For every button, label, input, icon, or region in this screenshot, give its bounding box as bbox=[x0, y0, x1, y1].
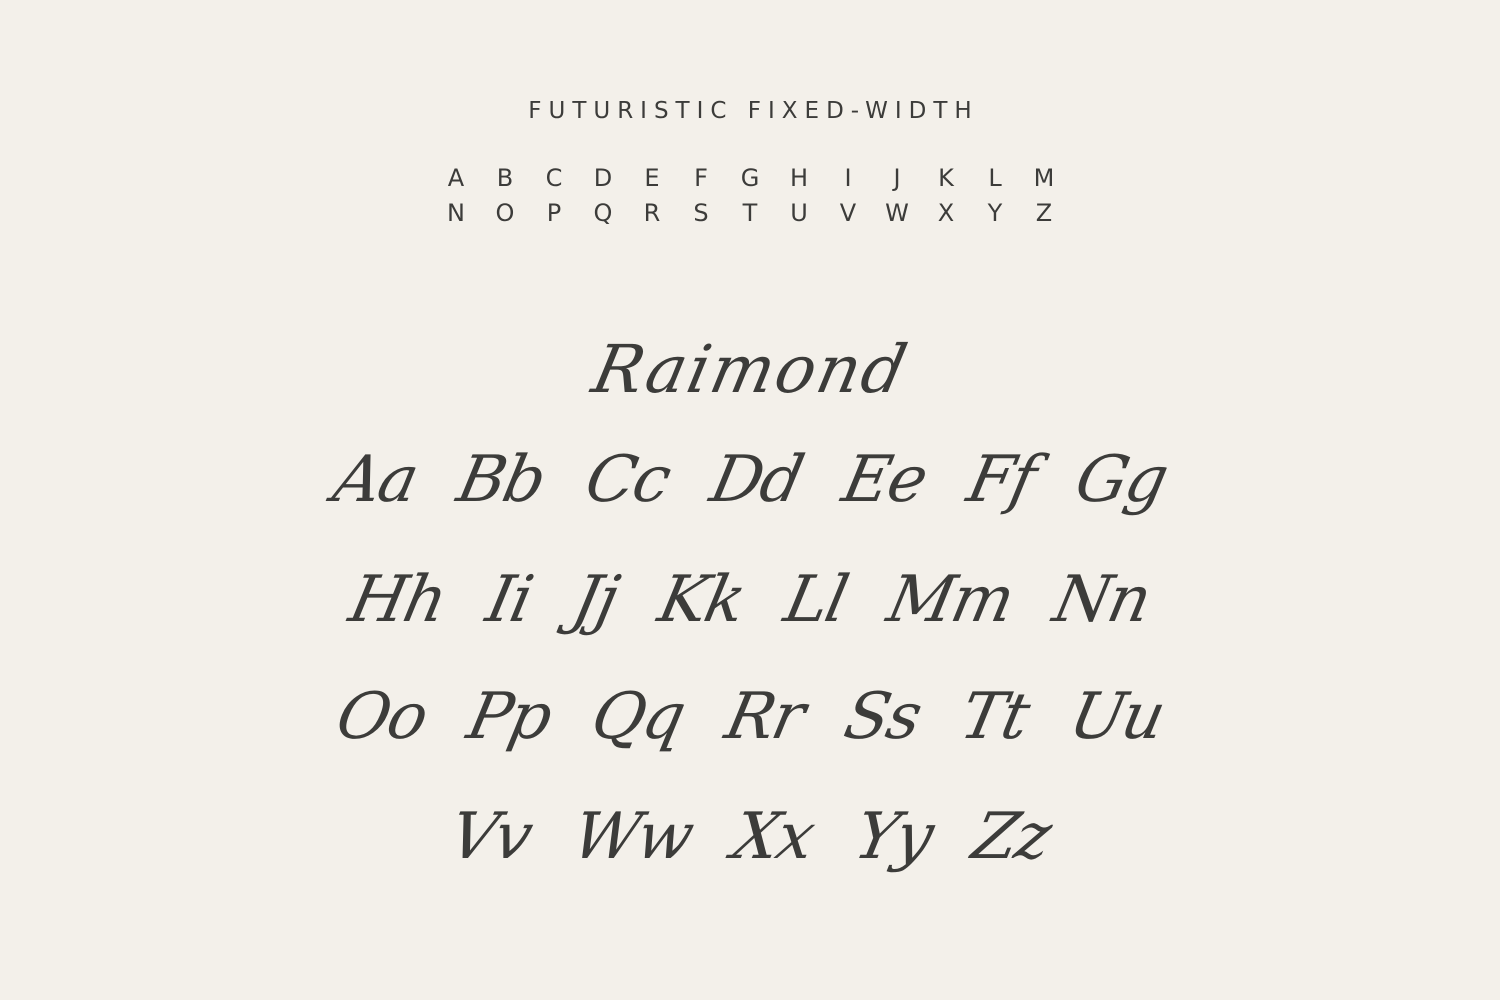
alphabet-letter: X bbox=[937, 199, 955, 227]
alphabet-letter: Q bbox=[593, 199, 613, 227]
alphabet-letter: Z bbox=[1035, 199, 1053, 227]
script-font-name-text: Raimond bbox=[585, 331, 915, 408]
alphabet-letter: F bbox=[694, 164, 708, 192]
alphabet-letter: U bbox=[790, 199, 808, 227]
script-glyph-pair: Ss bbox=[837, 680, 927, 754]
alphabet-letter: B bbox=[496, 164, 514, 192]
alphabet-letter: N bbox=[447, 199, 465, 227]
alphabet-letter: O bbox=[495, 199, 515, 227]
script-glyph-pair: Oo bbox=[330, 680, 434, 754]
alphabet-letter: D bbox=[593, 164, 613, 192]
alphabet-letter: I bbox=[844, 164, 852, 192]
alphabet-letter: K bbox=[938, 164, 954, 192]
script-glyph-pair: Uu bbox=[1062, 680, 1170, 754]
uppercase-alphabet-row-2: N O P Q R S T U V W X Y Z bbox=[0, 198, 1500, 228]
script-glyph-pair: Cc bbox=[579, 443, 676, 517]
script-glyph-row-3: Oo Pp Qq Rr Ss Tt Uu bbox=[0, 672, 1500, 762]
alphabet-letter: H bbox=[789, 164, 809, 192]
alphabet-letter: R bbox=[643, 199, 661, 227]
script-glyph-row-2: Hh Ii Jj Kk Ll Mm Nn bbox=[0, 555, 1500, 645]
script-glyph-pair: Ww bbox=[565, 800, 699, 874]
script-glyph-pair: Jj bbox=[566, 563, 624, 637]
script-glyph-pair: Vv bbox=[443, 800, 538, 874]
script-glyph-pair: Ff bbox=[961, 443, 1041, 517]
script-glyph-row-4: Vv Ww Xx Yy Zz bbox=[0, 792, 1500, 882]
alphabet-letter: T bbox=[742, 199, 758, 227]
script-glyph-pair: Yy bbox=[848, 800, 939, 874]
alphabet-letter: C bbox=[545, 164, 563, 192]
alphabet-letter: M bbox=[1033, 164, 1055, 192]
script-glyph-pair: Aa bbox=[327, 443, 424, 517]
alphabet-letter: W bbox=[885, 199, 909, 227]
specimen-heading: FUTURISTIC FIXED-WIDTH bbox=[528, 98, 979, 124]
script-glyph-pair: Tt bbox=[954, 680, 1035, 754]
uppercase-alphabet-row-1: A B C D E F G H I J K L M bbox=[0, 163, 1500, 193]
script-glyph-pair: Hh bbox=[343, 563, 453, 637]
script-glyph-pair: Pp bbox=[461, 680, 558, 754]
script-glyph-pair: Mm bbox=[881, 563, 1020, 637]
alphabet-letter: S bbox=[693, 199, 709, 227]
alphabet-letter: Y bbox=[987, 199, 1003, 227]
script-glyph-pair: Gg bbox=[1069, 443, 1173, 517]
alphabet-letter: J bbox=[893, 164, 901, 192]
script-glyph-pair: Zz bbox=[966, 800, 1057, 874]
script-glyph-pair: Nn bbox=[1047, 563, 1157, 637]
alphabet-letter: A bbox=[447, 164, 465, 192]
script-glyph-pair: Ii bbox=[480, 563, 539, 637]
script-glyph-pair: Rr bbox=[718, 680, 810, 754]
script-glyph-pair: Ll bbox=[778, 563, 854, 637]
script-glyph-pair: Dd bbox=[704, 443, 809, 517]
script-glyph-pair: Xx bbox=[726, 800, 820, 874]
script-glyph-pair: Bb bbox=[451, 443, 552, 517]
alphabet-letter: L bbox=[988, 164, 1002, 192]
alphabet-letter: E bbox=[644, 164, 660, 192]
script-glyph-pair: Ee bbox=[836, 443, 933, 517]
alphabet-letter: P bbox=[546, 199, 562, 227]
script-font-name: Raimond bbox=[0, 330, 1500, 410]
script-glyph-pair: Qq bbox=[585, 680, 691, 754]
script-glyph-pair: Kk bbox=[651, 563, 751, 637]
alphabet-letter: V bbox=[839, 199, 857, 227]
alphabet-letter: G bbox=[740, 164, 760, 192]
font-specimen-canvas: FUTURISTIC FIXED-WIDTH A B C D E F G H I… bbox=[0, 0, 1500, 1000]
script-glyph-row-1: Aa Bb Cc Dd Ee Ff Gg bbox=[0, 435, 1500, 525]
